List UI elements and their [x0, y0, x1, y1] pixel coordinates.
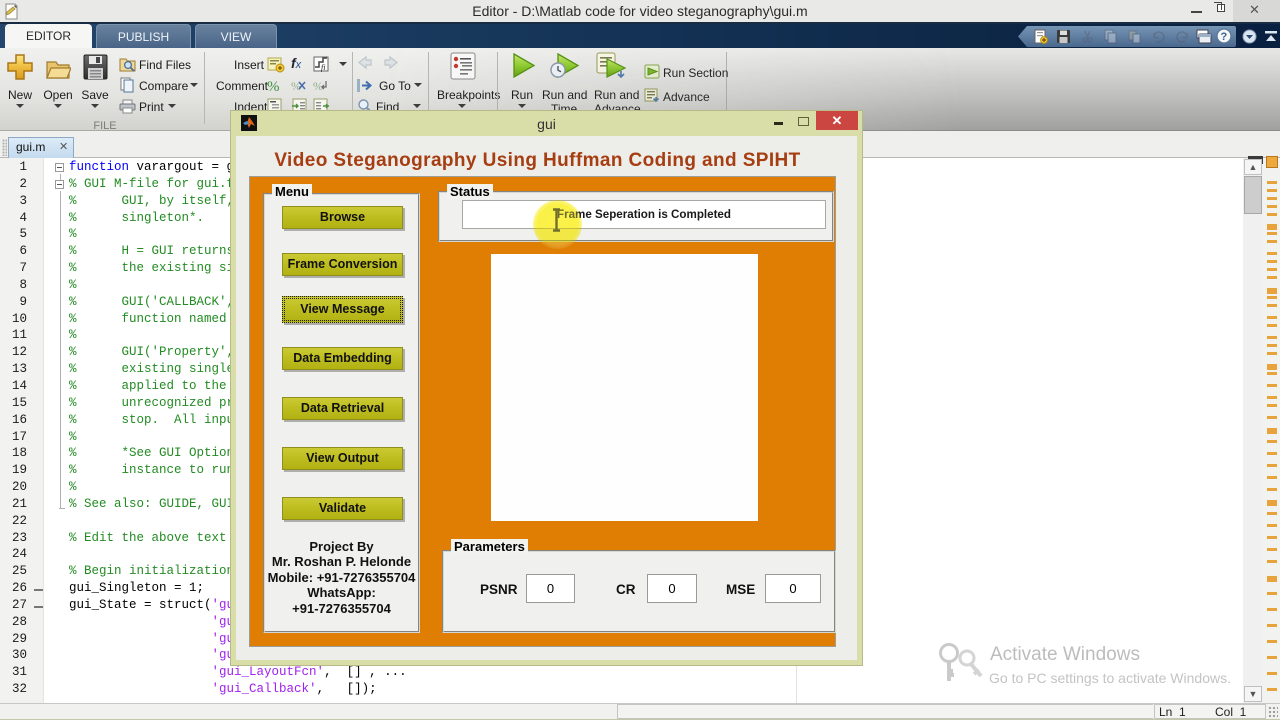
svg-text:?: ? [1221, 31, 1228, 43]
